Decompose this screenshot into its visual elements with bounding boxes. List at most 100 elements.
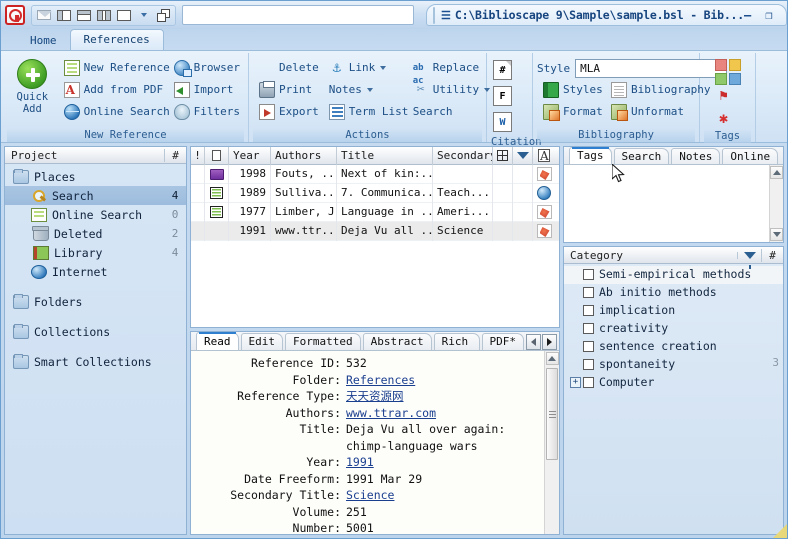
quick-add-button[interactable]: Quick Add: [7, 57, 58, 115]
tree-item-folders[interactable]: Folders: [5, 292, 186, 311]
replace-button[interactable]: ab ac Replace: [409, 57, 487, 85]
chevron-down-icon[interactable]: [135, 7, 152, 23]
utility-button[interactable]: ✂ Utility: [409, 79, 491, 100]
scroll-up-arrow-icon[interactable]: [545, 352, 559, 365]
layout-single-icon[interactable]: [115, 7, 132, 23]
layout-split-icon[interactable]: [95, 7, 112, 23]
styles-button[interactable]: Styles: [539, 79, 605, 100]
restore-button[interactable]: ☷: [786, 9, 787, 21]
tab-read[interactable]: Read: [196, 332, 239, 350]
checkbox[interactable]: [583, 305, 594, 316]
field-value-link[interactable]: Science: [346, 488, 394, 502]
checkbox[interactable]: [583, 377, 594, 388]
browser-button[interactable]: Browser: [170, 57, 244, 78]
priority-tag-button[interactable]: ✱: [719, 107, 736, 129]
layout-top-pane-icon[interactable]: [75, 7, 92, 23]
header-attachment[interactable]: [533, 147, 555, 165]
color-tags-grid-icon[interactable]: [714, 59, 741, 85]
tab-home[interactable]: Home: [17, 31, 70, 50]
address-input[interactable]: [182, 5, 414, 25]
table-row[interactable]: 1989 Sulliva... 7. Communica... Teach...: [191, 183, 559, 203]
title-menu-caret-icon[interactable]: ☰: [441, 9, 451, 22]
layout-left-pane-icon[interactable]: [55, 7, 72, 23]
citation-number-button[interactable]: #: [493, 57, 516, 83]
table-row[interactable]: 1991 www.ttr... Deja Vu all ... Science: [191, 221, 559, 241]
pdf-icon[interactable]: [536, 224, 552, 238]
filters-button[interactable]: Filters: [170, 101, 244, 122]
tab-notes[interactable]: Notes: [671, 148, 721, 164]
tree-item-library[interactable]: Library 4: [5, 243, 186, 262]
list-item[interactable]: Ab initio methods: [564, 284, 783, 302]
tab-rich-text[interactable]: Rich Text: [433, 333, 480, 364]
prev-tab-arrow-icon[interactable]: [526, 334, 541, 350]
checkbox[interactable]: [583, 287, 594, 298]
field-value-link[interactable]: References: [346, 373, 415, 387]
add-from-pdf-button[interactable]: Add from PDF: [60, 79, 168, 100]
import-button[interactable]: Import: [170, 79, 244, 100]
field-value-link[interactable]: www.ttrar.com: [346, 406, 436, 420]
field-value-link[interactable]: 1991: [346, 455, 374, 469]
resize-grip[interactable]: [773, 524, 787, 538]
scroll-thumb[interactable]: [546, 368, 558, 460]
tree-item-smart-collections[interactable]: Smart Collections: [5, 352, 186, 371]
header-priority[interactable]: !: [191, 146, 205, 165]
header-filter[interactable]: [513, 146, 533, 165]
header-secondary[interactable]: Secondary: [433, 146, 493, 165]
globe-icon[interactable]: [537, 186, 551, 200]
tab-formatted[interactable]: Formatted: [285, 333, 361, 350]
checkbox[interactable]: [583, 341, 594, 352]
maximize-button[interactable]: ❐: [765, 9, 772, 21]
windows-stack-icon[interactable]: [155, 7, 172, 23]
search-button[interactable]: Search: [409, 101, 487, 122]
tab-pdf[interactable]: PDF*: [481, 333, 524, 350]
detail-vertical-scrollbar[interactable]: [544, 351, 559, 534]
notes-button[interactable]: Notes: [325, 79, 407, 100]
next-tab-arrow-icon[interactable]: [542, 334, 557, 350]
print-button[interactable]: Print: [255, 79, 323, 100]
new-reference-button[interactable]: New Reference: [60, 57, 181, 78]
tree-item-places[interactable]: Places: [5, 167, 186, 186]
list-item[interactable]: Semi-empirical methods: [564, 266, 783, 284]
pdf-icon[interactable]: [536, 167, 552, 181]
tree-item-internet[interactable]: Internet: [5, 262, 186, 281]
table-row[interactable]: 1998 Fouts, ... Next of kin:...: [191, 165, 559, 184]
list-item[interactable]: implication: [564, 302, 783, 320]
tab-abstract[interactable]: Abstract: [362, 333, 432, 350]
checkbox[interactable]: [583, 269, 594, 280]
list-item[interactable]: + Computer: [564, 374, 783, 392]
pdf-icon[interactable]: [536, 205, 552, 219]
scroll-down-arrow-icon[interactable]: [770, 228, 783, 241]
header-grid[interactable]: [493, 146, 513, 165]
tree-item-online-search[interactable]: Online Search 0: [5, 205, 186, 224]
list-item[interactable]: sentence creation: [564, 338, 783, 356]
format-button[interactable]: Format: [539, 101, 605, 122]
citation-field-button[interactable]: F: [493, 83, 516, 109]
list-item[interactable]: creativity: [564, 320, 783, 338]
delete-button[interactable]: Delete: [255, 57, 323, 78]
list-item[interactable]: spontaneity 3: [564, 356, 783, 374]
tab-edit[interactable]: Edit: [240, 333, 283, 350]
header-year[interactable]: Year: [229, 146, 271, 165]
chevron-down-icon[interactable]: [380, 65, 387, 70]
field-value-link[interactable]: 天天资源网: [346, 389, 404, 403]
term-list-button[interactable]: Term List: [325, 101, 408, 122]
checkbox[interactable]: [583, 359, 594, 370]
tree-item-collections[interactable]: Collections: [5, 322, 186, 341]
tab-references[interactable]: References: [69, 29, 164, 50]
header-authors[interactable]: Authors: [271, 146, 337, 165]
minimize-button[interactable]: –: [744, 9, 751, 21]
tags-vertical-scrollbar[interactable]: [769, 165, 783, 242]
flag-tag-button[interactable]: ⚑: [719, 85, 735, 107]
tab-search[interactable]: Search: [613, 148, 670, 164]
citation-word-button[interactable]: W: [493, 109, 516, 135]
envelope-icon[interactable]: [35, 7, 52, 23]
tree-item-deleted[interactable]: Deleted 2: [5, 224, 186, 243]
header-type[interactable]: [205, 146, 229, 165]
expand-icon[interactable]: +: [570, 377, 581, 388]
online-search-button[interactable]: Online Search: [60, 101, 170, 122]
tab-online[interactable]: Online: [722, 148, 779, 164]
tab-tags[interactable]: Tags: [569, 147, 612, 164]
checkbox[interactable]: [583, 323, 594, 334]
header-title[interactable]: Title: [337, 146, 433, 165]
tree-item-search[interactable]: Search 4: [5, 186, 186, 205]
